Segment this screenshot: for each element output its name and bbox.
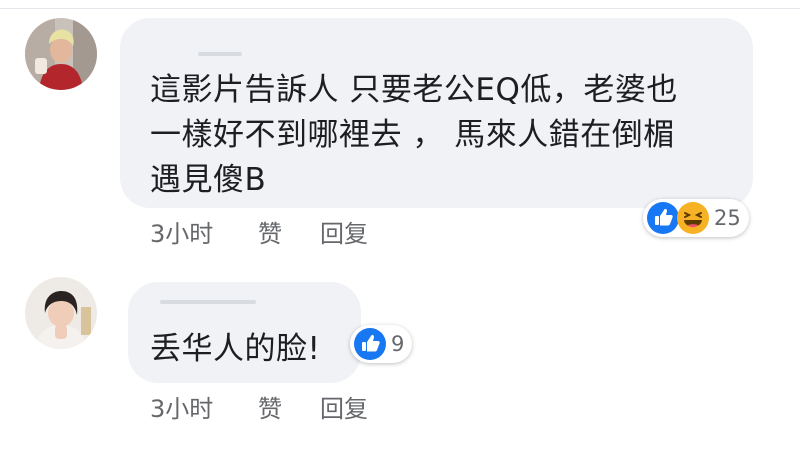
comment-actions: 3小时 赞 回复 (150, 214, 368, 249)
comment-text: 丢华人的脸! (150, 331, 321, 367)
commenter-name[interactable] (198, 52, 242, 56)
reaction-summary[interactable]: 25 (643, 199, 749, 237)
reaction-summary[interactable]: 9 (350, 325, 413, 363)
haha-icon (677, 202, 709, 234)
reply-button[interactable]: 回复 (320, 214, 368, 249)
reaction-count: 25 (714, 206, 741, 230)
like-icon (354, 328, 386, 360)
commenter-name[interactable] (160, 300, 256, 304)
comment-timestamp[interactable]: 3小时 (150, 389, 258, 424)
top-divider (0, 8, 800, 9)
avatar[interactable] (25, 18, 97, 90)
comment-text: 這影片告訴人 只要老公EQ低，老婆也 一樣好不到哪裡去 ， 馬來人錯在倒楣 遇見… (150, 72, 678, 198)
reply-button[interactable]: 回复 (320, 389, 368, 424)
avatar[interactable] (25, 277, 97, 349)
comment-actions: 3小时 赞 回复 (150, 389, 368, 424)
comment-timestamp[interactable]: 3小时 (150, 214, 258, 249)
like-button[interactable]: 赞 (258, 214, 320, 249)
like-icon (647, 202, 679, 234)
like-button[interactable]: 赞 (258, 389, 320, 424)
reaction-count: 9 (391, 332, 405, 356)
